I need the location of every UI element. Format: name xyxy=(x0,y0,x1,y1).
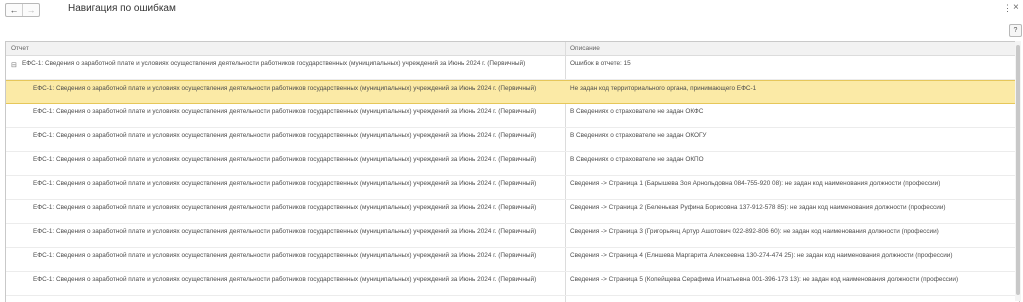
table-row[interactable]: ЕФС-1: Сведения о заработной плате и усл… xyxy=(6,152,1019,176)
description-cell: Сведения -> Страница 4 (Елншева Маргарит… xyxy=(570,252,953,259)
report-cell: ЕФС-1: Сведения о заработной плате и усл… xyxy=(33,85,537,92)
table-row[interactable]: ЕФС-1: Сведения о заработной плате и усл… xyxy=(6,128,1019,152)
report-cell: ЕФС-1: Сведения о заработной плате и усл… xyxy=(33,132,537,139)
description-cell: Сведения -> Страница 2 (Беленькая Руфина… xyxy=(570,204,946,211)
report-cell: ЕФС-1: Сведения о заработной плате и усл… xyxy=(33,252,537,259)
description-cell: Сведения -> Страница 3 (Григорьянц Артур… xyxy=(570,228,939,235)
description-cell: Сведения -> Страница 1 (Барышева Зоя Арн… xyxy=(570,180,941,187)
forward-button[interactable]: → xyxy=(22,4,39,16)
report-cell: ЕФС-1: Сведения о заработной плате и усл… xyxy=(22,60,526,67)
back-button[interactable]: ← xyxy=(6,4,22,16)
description-cell: В Сведениях о страхователе не задан ОКПО xyxy=(570,156,704,163)
column-header-report[interactable]: Отчет xyxy=(11,45,29,52)
help-button[interactable]: ? xyxy=(1009,24,1022,37)
description-cell: Не задан код территориального органа, пр… xyxy=(570,85,757,92)
report-cell: ЕФС-1: Сведения о заработной плате и усл… xyxy=(33,180,537,187)
description-cell: Ошибок в отчете: 15 xyxy=(570,60,631,67)
report-cell: ЕФС-1: Сведения о заработной плате и усл… xyxy=(33,156,537,163)
table-row[interactable]: ЕФС-1: Сведения о заработной плате и усл… xyxy=(6,80,1019,104)
close-icon[interactable]: × xyxy=(1013,2,1019,13)
window-title: Навигация по ошибкам xyxy=(68,3,176,14)
table-row[interactable]: ЕФС-1: Сведения о заработной плате и усл… xyxy=(6,224,1019,248)
table-row[interactable]: ЕФС-1: Сведения о заработной плате и усл… xyxy=(6,176,1019,200)
table-row[interactable]: ЕФС-1: Сведения о заработной плате и усл… xyxy=(6,272,1019,296)
table-row[interactable]: ЕФС-1: Сведения о заработной плате и усл… xyxy=(6,104,1019,128)
column-header-description[interactable]: Описание xyxy=(570,45,600,52)
vertical-scrollbar[interactable] xyxy=(1015,41,1021,301)
more-menu-icon[interactable]: ⋮ xyxy=(1003,3,1012,14)
table-row[interactable]: ЕФС-1: Сведения о заработной плате и усл… xyxy=(6,200,1019,224)
title-bar: ← → Навигация по ошибкам ⋮ × xyxy=(0,0,1023,20)
table-header: Отчет Описание xyxy=(6,42,1019,56)
table-row[interactable]: ЕФС-1: Сведения о заработной плате и усл… xyxy=(6,248,1019,272)
description-cell: В Сведениях о страхователе не задан ОКОГ… xyxy=(570,132,707,139)
description-cell: В Сведениях о страхователе не задан ОКФС xyxy=(570,108,704,115)
arrow-right-icon: → xyxy=(26,5,36,15)
navigation-buttons: ← → xyxy=(5,3,40,17)
table-row-parent[interactable]: ⊟ ЕФС-1: Сведения о заработной плате и у… xyxy=(6,56,1019,80)
report-cell: ЕФС-1: Сведения о заработной плате и усл… xyxy=(33,276,537,283)
collapse-icon[interactable]: ⊟ xyxy=(11,61,17,69)
report-cell: ЕФС-1: Сведения о заработной плате и усл… xyxy=(33,204,537,211)
description-cell: Сведения -> Страница 5 (Копейщева Серафи… xyxy=(570,276,959,283)
scrollbar-thumb[interactable] xyxy=(1016,45,1020,295)
arrow-left-icon: ← xyxy=(9,5,19,15)
report-cell: ЕФС-1: Сведения о заработной плате и усл… xyxy=(33,228,537,235)
errors-table: Отчет Описание ⊟ ЕФС-1: Сведения о зараб… xyxy=(5,41,1020,302)
report-cell: ЕФС-1: Сведения о заработной плате и усл… xyxy=(33,108,537,115)
